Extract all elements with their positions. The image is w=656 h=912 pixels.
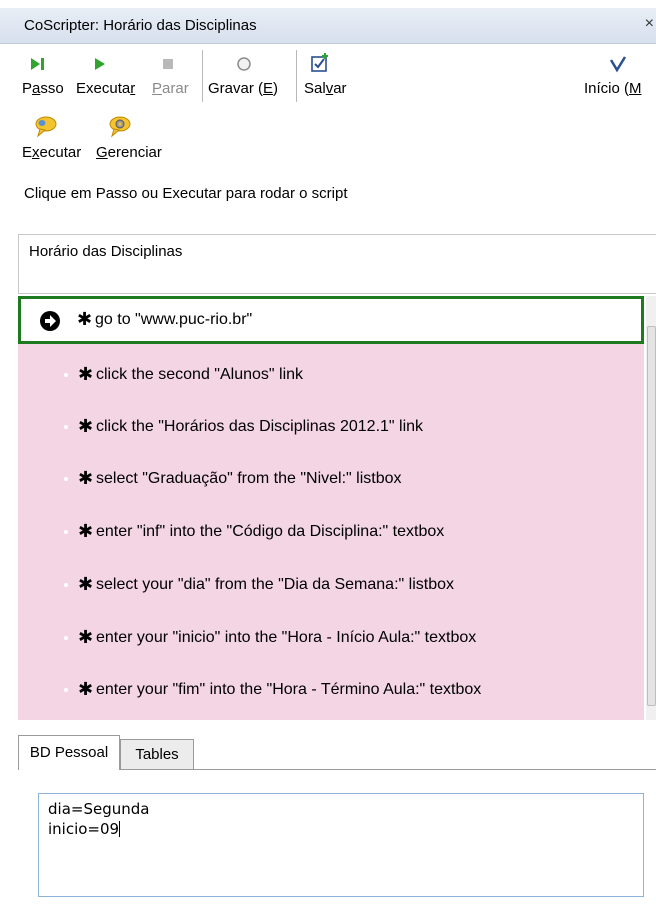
stop-icon	[163, 59, 173, 69]
save-button[interactable]: Salvar	[304, 50, 364, 102]
current-step-arrow-icon	[40, 311, 60, 331]
home-button[interactable]: Início (M	[584, 50, 656, 102]
tab-tables[interactable]: Tables	[120, 739, 194, 769]
record-icon	[237, 57, 251, 71]
bottom-tabs: BD Pessoal Tables	[18, 735, 656, 770]
step-star-icon: ✱	[77, 309, 93, 329]
step-text: enter your "inicio" into the "Hora - Iní…	[96, 629, 477, 646]
step-text: click the second "Alunos" link	[96, 366, 304, 383]
script-step[interactable]: ✱ click the second "Alunos" link	[18, 352, 644, 398]
script-steps-list: ✱ go to "www.puc-rio.br" ✱ click the sec…	[18, 296, 644, 720]
status-message: Clique em Passo ou Executar para rodar o…	[24, 185, 348, 202]
step-star-icon: ✱	[78, 521, 94, 541]
step-text: enter your "fim" into the "Hora - Términ…	[96, 681, 482, 698]
script-step[interactable]: ✱ click the "Horários das Disciplinas 20…	[18, 404, 644, 450]
scrollbar-thumb[interactable]	[647, 326, 656, 706]
personal-db-line: inicio=09	[48, 820, 120, 838]
run-button[interactable]: Executar	[76, 50, 148, 102]
stop-button[interactable]: Parar	[152, 50, 198, 102]
script-step[interactable]: ✱ select your "dia" from the "Dia da Sem…	[18, 562, 644, 608]
step-text: select "Graduação" from the "Nivel:" lis…	[96, 470, 402, 487]
close-icon[interactable]: ×	[645, 15, 654, 33]
steps-scrollbar[interactable]	[646, 296, 656, 720]
manage-gear-bubble-icon	[109, 116, 131, 138]
home-check-icon	[609, 56, 627, 73]
toolbar-separator	[296, 50, 297, 102]
script-step-current[interactable]: ✱ go to "www.puc-rio.br"	[18, 296, 644, 344]
main-toolbar: Passo Executar Parar Gravar (E) Salvar I…	[0, 44, 656, 108]
step-star-icon: ✱	[78, 364, 94, 384]
script-title: Horário das Disciplinas	[29, 243, 183, 260]
step-star-icon: ✱	[78, 468, 94, 488]
record-button[interactable]: Gravar (E)	[208, 50, 290, 102]
script-step[interactable]: ✱ enter your "fim" into the "Hora - Térm…	[18, 667, 644, 713]
play-icon	[95, 58, 105, 70]
run-scripts-button[interactable]: Executar	[22, 112, 90, 164]
text-cursor	[119, 821, 121, 837]
step-text: enter "inf" into the "Código da Discipli…	[96, 523, 445, 540]
step-star-icon: ✱	[78, 416, 94, 436]
title-bar: CoScripter: Horário das Disciplinas ×	[0, 8, 656, 44]
step-icon	[31, 58, 44, 70]
tab-personal-db[interactable]: BD Pessoal	[18, 735, 120, 770]
toolbar-separator	[202, 50, 203, 102]
script-title-field[interactable]: Horário das Disciplinas	[18, 234, 656, 294]
manage-button[interactable]: Gerenciar	[96, 112, 176, 164]
step-star-icon: ✱	[78, 679, 94, 699]
script-step[interactable]: ✱ enter your "inicio" into the "Hora - I…	[18, 615, 644, 661]
script-step[interactable]: ✱ select "Graduação" from the "Nivel:" l…	[18, 456, 644, 502]
window-title: CoScripter: Horário das Disciplinas	[24, 17, 257, 34]
step-star-icon: ✱	[78, 574, 94, 594]
personal-db-line: dia=Segunda	[48, 800, 150, 818]
step-button[interactable]: Passo	[22, 50, 68, 102]
step-text: go to "www.puc-rio.br"	[95, 311, 253, 328]
save-checklist-icon	[311, 53, 328, 72]
step-star-icon: ✱	[78, 627, 94, 647]
speech-bubble-icon	[35, 116, 57, 138]
secondary-toolbar: Executar Gerenciar	[0, 112, 656, 182]
step-text: click the "Horários das Disciplinas 2012…	[96, 418, 424, 435]
script-step[interactable]: ✱ enter "inf" into the "Código da Discip…	[18, 509, 644, 555]
personal-db-textarea[interactable]: dia=Segunda inicio=09	[38, 793, 644, 897]
step-text: select your "dia" from the "Dia da Seman…	[96, 576, 454, 593]
